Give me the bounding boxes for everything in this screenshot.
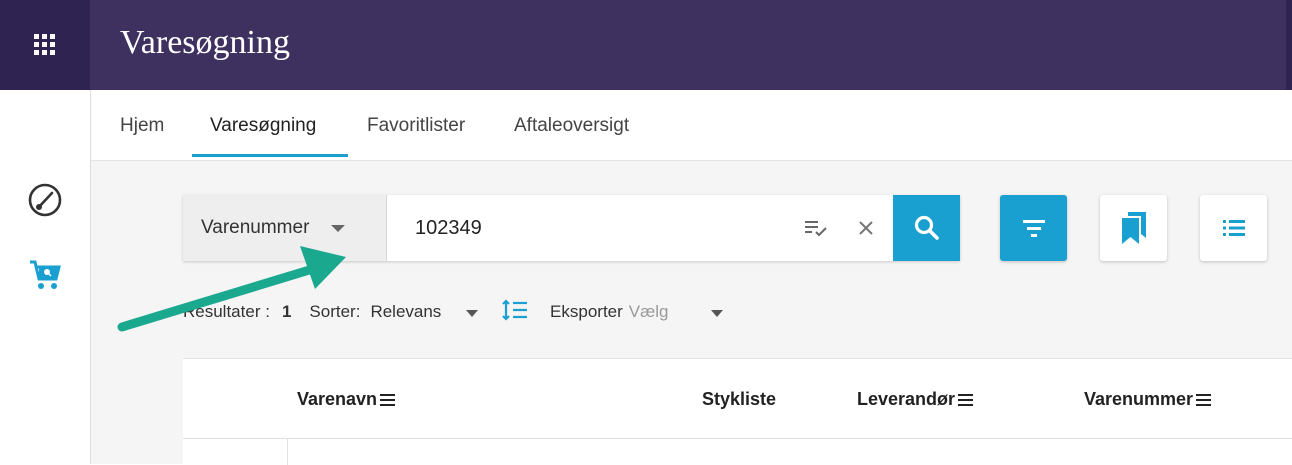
search-bar: Varenummer (183, 195, 960, 261)
apps-grid-icon (34, 34, 55, 55)
bookmarks-icon (1121, 212, 1146, 244)
dashboard-gauge-icon (28, 183, 62, 217)
sort-order-toggle[interactable] (502, 298, 528, 326)
export-select[interactable]: Vælg (628, 302, 724, 322)
bookmarks-button[interactable] (1100, 195, 1167, 261)
search-field-select[interactable]: Varenummer (183, 195, 387, 261)
column-header-varenummer[interactable]: Varenummer (1084, 389, 1212, 410)
app-header: Varesøgning (90, 0, 1292, 90)
cart-search-icon (30, 260, 61, 289)
apps-grid-button[interactable] (0, 0, 90, 90)
cart-search-button[interactable] (25, 255, 65, 295)
column-menu-icon[interactable] (380, 391, 396, 409)
page-title: Varesøgning (120, 24, 290, 61)
search-button[interactable] (893, 195, 960, 261)
sort-order-icon (502, 298, 528, 321)
filter-button[interactable] (1000, 195, 1067, 261)
filter-icon (1022, 220, 1045, 237)
search-input-wrapper (387, 195, 893, 261)
dashboard-button[interactable] (25, 180, 65, 220)
export-label: Eksporter (550, 302, 623, 321)
tab-aftaleoversigt[interactable]: Aftaleoversigt (514, 115, 629, 137)
sort-select[interactable]: Relevans (370, 302, 479, 322)
column-menu-icon[interactable] (1196, 391, 1212, 409)
results-label: Resultater : (183, 302, 270, 321)
tab-hjem[interactable]: Hjem (120, 115, 164, 137)
left-rail (0, 90, 91, 464)
results-table: Varenavn Stykliste Leverandør Varenummer (183, 358, 1292, 465)
chevron-down-icon (466, 310, 479, 317)
tab-varesogning[interactable]: Varesøgning (210, 115, 316, 137)
chevron-down-icon (331, 224, 346, 232)
chevron-down-icon (711, 310, 724, 317)
results-count: 1 (281, 302, 292, 321)
sort-value: Relevans (370, 302, 442, 321)
search-field-select-label: Varenummer (201, 217, 310, 238)
column-header-stykliste[interactable]: Stykliste (702, 389, 776, 410)
list-view-button[interactable] (1200, 195, 1267, 261)
table-header-divider (183, 438, 1292, 439)
column-header-leverandor[interactable]: Leverandør (857, 389, 974, 410)
results-toolbar: Resultater : 1 Sorter: Relevans Eksporte… (183, 297, 724, 327)
clear-icon[interactable] (854, 216, 878, 240)
tab-favoritlister[interactable]: Favoritlister (367, 115, 465, 137)
nav-tabs: Hjem Varesøgning Favoritlister Aftaleove… (91, 90, 1292, 161)
main-content: Varenummer 102349 Resultater: 1 Sorter:… (91, 161, 1292, 465)
search-icon (914, 215, 939, 240)
table-column-divider (287, 439, 288, 465)
sort-label: Sorter: (309, 302, 361, 321)
export-value: Vælg (628, 302, 669, 321)
list-view-icon (1222, 220, 1245, 236)
column-menu-icon[interactable] (958, 391, 974, 409)
header-edge (1286, 0, 1292, 90)
list-check-icon[interactable] (804, 216, 828, 240)
column-header-varenavn[interactable]: Varenavn (297, 389, 396, 410)
search-input[interactable] (415, 208, 775, 248)
active-tab-indicator (192, 154, 348, 157)
